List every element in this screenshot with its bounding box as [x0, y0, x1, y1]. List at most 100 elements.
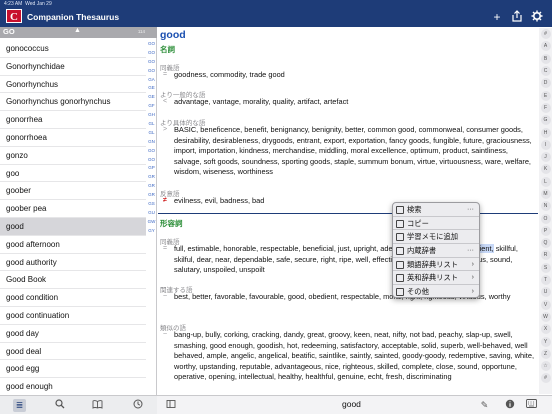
alpha-index-item[interactable]: I	[539, 139, 552, 151]
alpha-index-letter[interactable]: E	[540, 90, 551, 101]
highlighter-icon[interactable]: ✎	[478, 399, 491, 412]
plus-icon[interactable]: +	[490, 10, 504, 24]
alpha-index-letter[interactable]: B	[540, 53, 551, 64]
alpha-index-letter[interactable]: P	[540, 225, 551, 236]
alpha-index-letter[interactable]: W	[540, 311, 551, 322]
word-list-item[interactable]: good	[0, 217, 146, 236]
info-icon[interactable]	[503, 399, 516, 412]
alpha-index-letter[interactable]: K	[540, 164, 551, 175]
alpha-index-item[interactable]: N	[539, 200, 552, 212]
alpha-index-item[interactable]: M	[539, 188, 552, 200]
word-list-item[interactable]: goo	[0, 165, 146, 183]
section-index-item[interactable]: GO	[146, 40, 157, 49]
alpha-index-letter[interactable]: M	[540, 189, 551, 199]
word-list-item[interactable]: good day	[0, 325, 146, 343]
alpha-index-letter[interactable]: N	[540, 201, 551, 212]
alpha-index-item[interactable]: W	[539, 311, 552, 323]
alpha-index-letter[interactable]: U	[540, 287, 551, 298]
gear-icon[interactable]	[530, 10, 544, 24]
word-list-item[interactable]: Gonorhynchus gonorhynchus	[0, 93, 146, 112]
alpha-index-letter[interactable]: D	[540, 78, 551, 89]
word-list-item[interactable]: gonorrhea	[0, 111, 146, 129]
section-index-item[interactable]: GP	[146, 164, 157, 173]
section-index-item[interactable]: GR	[146, 173, 157, 182]
menu-item[interactable]: その他 ›	[393, 285, 479, 297]
alpha-index-letter[interactable]: A	[540, 41, 551, 52]
alpha-index-item[interactable]: #	[539, 28, 552, 40]
alpha-index-letter[interactable]: G	[540, 115, 551, 126]
alpha-index-item[interactable]: S	[539, 262, 552, 274]
menu-item[interactable]: コピー	[393, 217, 479, 231]
word-list-item[interactable]: goober	[0, 182, 146, 201]
word-list-item[interactable]: good afternoon	[0, 236, 146, 254]
word-list-item[interactable]: good enough	[0, 378, 146, 396]
alpha-index-item[interactable]: V	[539, 299, 552, 311]
alpha-index-item[interactable]: H	[539, 126, 552, 138]
word-list-item[interactable]: good authority	[0, 254, 146, 272]
section-index-item[interactable]: GE	[146, 84, 157, 93]
alpha-index-item[interactable]: D	[539, 77, 552, 89]
menu-item[interactable]: 検索 ···	[393, 203, 479, 217]
word-list-item[interactable]: good deal	[0, 343, 146, 361]
word-list-item[interactable]: Gonorhynchus	[0, 76, 146, 94]
section-index[interactable]: GO GO GO GO GA GE GE GF GH GL GL GN GO GO GP GR GR GR GS GU…	[146, 40, 157, 236]
menu-item[interactable]: 類語辞典リスト ›	[393, 258, 479, 272]
alpha-index-item[interactable]: A	[539, 40, 552, 52]
alpha-index-letter[interactable]: #	[540, 29, 551, 40]
search-bar[interactable]: GO ▲ 114	[0, 27, 157, 38]
keyboard-icon[interactable]	[525, 399, 538, 412]
section-index-item[interactable]: GF	[146, 102, 157, 111]
alphabet-index[interactable]: # A B C D E F G H I J K L M N O P Q R S T U V W X Y Z ☆ #	[539, 28, 552, 394]
section-index-item[interactable]: GL	[146, 120, 157, 129]
section-index-item[interactable]: GH	[146, 111, 157, 120]
menu-item[interactable]: 学習メモに追加	[393, 230, 479, 245]
list-icon[interactable]: ≣	[13, 399, 26, 412]
word-list-item[interactable]: Gonorhynchidae	[0, 58, 146, 76]
alpha-index-letter[interactable]: F	[540, 102, 551, 113]
word-list-item[interactable]: goober pea	[0, 200, 146, 218]
alpha-index-letter[interactable]: Q	[540, 238, 551, 249]
section-index-item[interactable]: GO	[146, 67, 157, 76]
alpha-index-item[interactable]: O	[539, 212, 552, 224]
section-index-item[interactable]: GE	[146, 93, 157, 102]
alpha-index-item[interactable]: ☆	[539, 360, 552, 372]
alpha-index-letter[interactable]: Z	[540, 348, 551, 359]
section-index-item[interactable]: GR	[146, 191, 157, 200]
alpha-index-item[interactable]: L	[539, 176, 552, 188]
word-list-item[interactable]: gonorrhoea	[0, 129, 146, 147]
alpha-index-letter[interactable]: V	[540, 299, 551, 310]
alpha-index-letter[interactable]: H	[540, 127, 551, 138]
alpha-index-letter[interactable]: ☆	[540, 361, 551, 372]
section-index-item[interactable]: GA	[146, 76, 157, 85]
alpha-index-item[interactable]: J	[539, 151, 552, 163]
alpha-index-letter[interactable]: C	[540, 66, 551, 77]
section-index-item[interactable]: GW	[146, 218, 157, 227]
alpha-index-item[interactable]: P	[539, 225, 552, 237]
alpha-index-letter[interactable]: Y	[540, 336, 551, 347]
alpha-index-item[interactable]: U	[539, 286, 552, 298]
word-list-item[interactable]: Good Book	[0, 271, 146, 290]
search-input[interactable]: GO	[3, 27, 15, 36]
alpha-index-letter[interactable]: I	[540, 139, 551, 150]
alpha-index-letter[interactable]: O	[540, 213, 551, 224]
alpha-index-item[interactable]: T	[539, 274, 552, 286]
history-icon[interactable]	[131, 399, 144, 412]
book-icon[interactable]	[91, 399, 104, 412]
section-index-item[interactable]: GN	[146, 138, 157, 147]
alpha-index-item[interactable]: Q	[539, 237, 552, 249]
alpha-index-item[interactable]: B	[539, 53, 552, 65]
menu-item[interactable]: 英和辞典リスト ›	[393, 271, 479, 286]
sidebar-toggle-icon[interactable]	[164, 399, 177, 412]
alpha-index-letter[interactable]: S	[540, 262, 551, 273]
alpha-index-item[interactable]: F	[539, 102, 552, 114]
alpha-index-item[interactable]: R	[539, 249, 552, 261]
section-index-item[interactable]: GU	[146, 209, 157, 218]
section-index-item[interactable]: GO	[146, 58, 157, 67]
word-list-item[interactable]: gonzo	[0, 147, 146, 165]
alpha-index-letter[interactable]: #	[540, 373, 551, 384]
alpha-index-item[interactable]: E	[539, 89, 552, 101]
alpha-index-letter[interactable]: R	[540, 250, 551, 261]
alpha-index-letter[interactable]: L	[540, 176, 551, 187]
section-index-item[interactable]: GO	[146, 156, 157, 165]
alpha-index-letter[interactable]: X	[540, 324, 551, 335]
